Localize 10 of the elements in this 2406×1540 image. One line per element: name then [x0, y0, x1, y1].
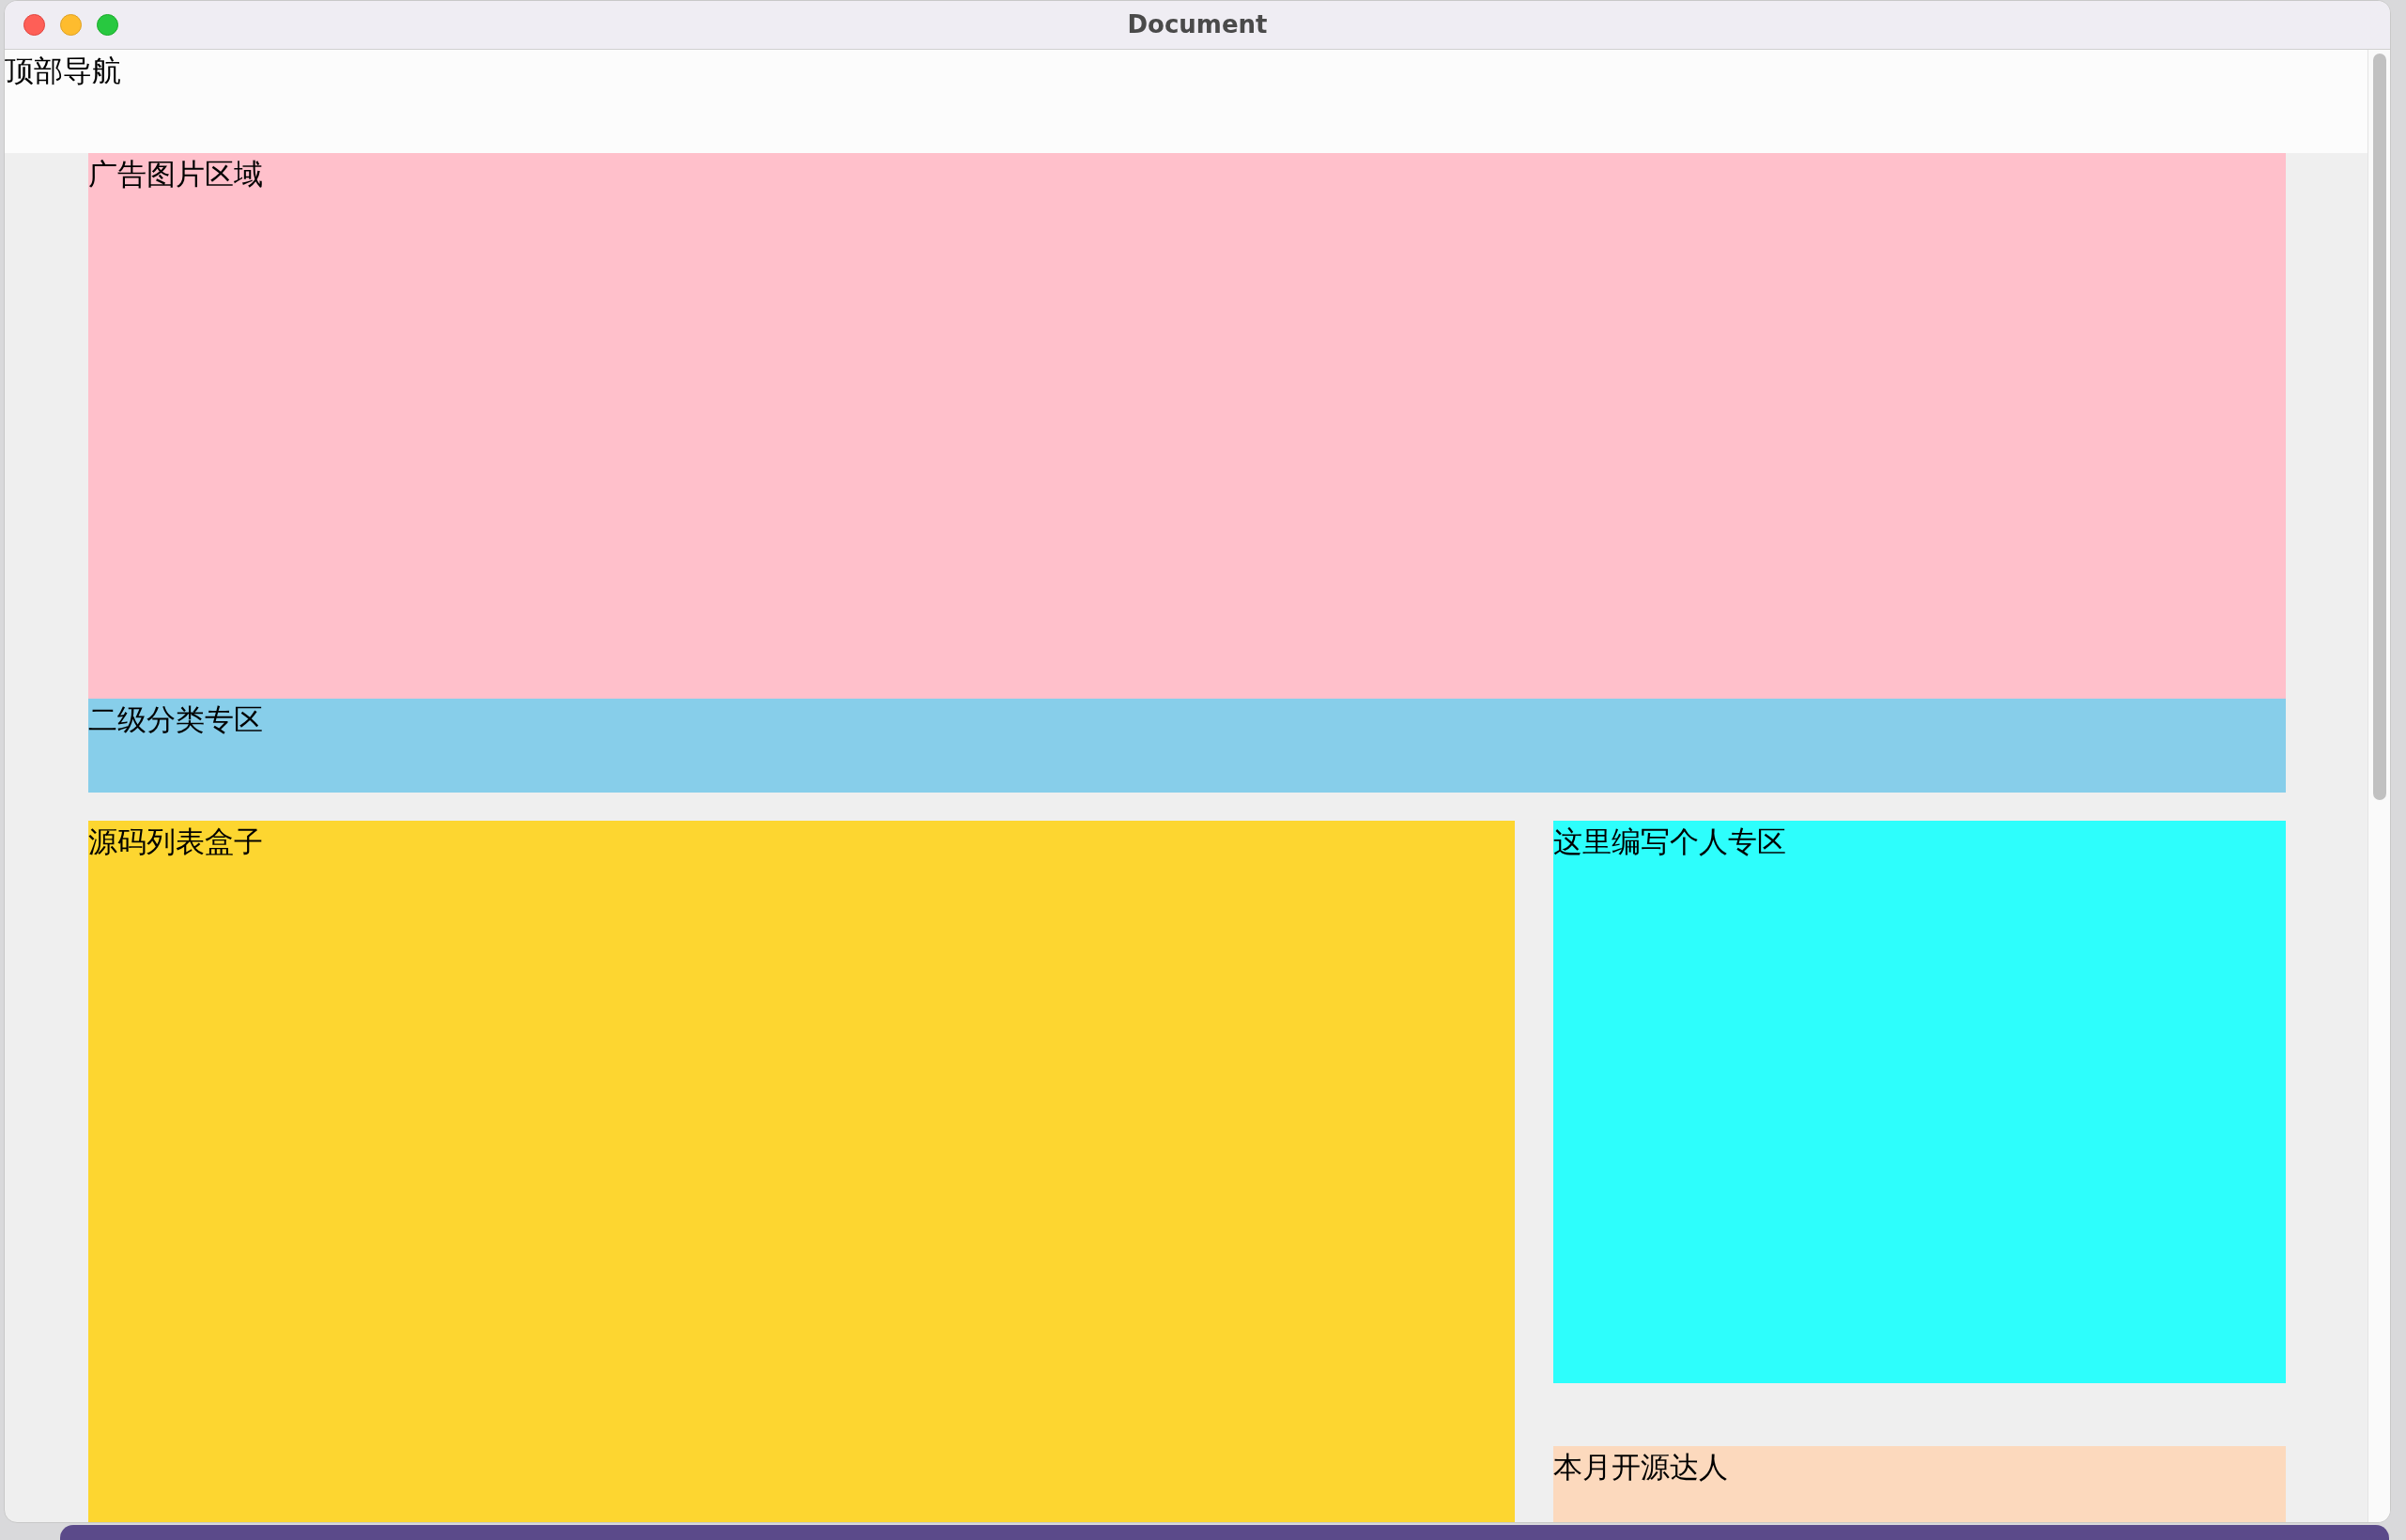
banner-label: 广告图片区域	[88, 156, 263, 192]
source-list-label: 源码列表盒子	[88, 824, 263, 860]
window-title: Document	[1127, 9, 1268, 40]
panel-label: 这里编写个人专区	[1553, 824, 1786, 860]
category-label: 二级分类专区	[88, 701, 263, 738]
zoom-button[interactable]	[97, 14, 118, 36]
panel-label: 本月开源达人	[1553, 1449, 1728, 1486]
nav-label: 顶部导航	[5, 53, 121, 89]
close-button[interactable]	[23, 14, 45, 36]
minimize-button[interactable]	[60, 14, 82, 36]
